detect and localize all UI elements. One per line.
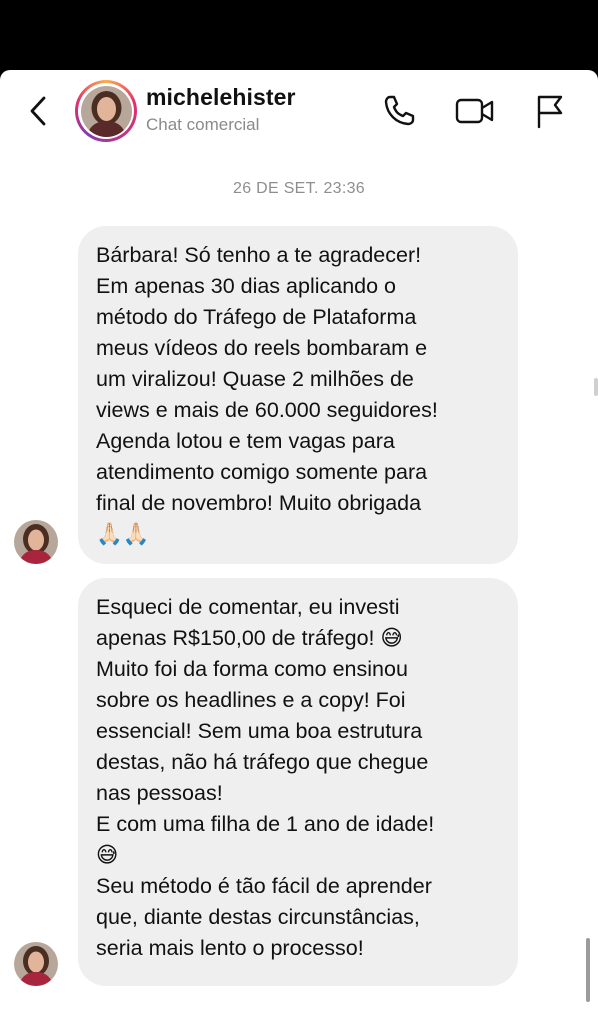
profile-avatar[interactable] bbox=[75, 80, 137, 142]
video-call-button[interactable] bbox=[453, 92, 497, 130]
back-button[interactable] bbox=[22, 94, 54, 128]
voice-call-button[interactable] bbox=[380, 92, 418, 130]
chat-screen: michelehister Chat comercial 26 DE SET. … bbox=[0, 70, 598, 1024]
status-bar-area bbox=[0, 0, 598, 70]
message-bubble[interactable]: Bárbara! Só tenho a te agradecer! Em ape… bbox=[78, 226, 518, 564]
edge-indicator bbox=[594, 378, 598, 396]
chat-type-label: Chat comercial bbox=[146, 115, 260, 134]
scrollbar[interactable] bbox=[586, 938, 590, 1002]
flag-icon bbox=[537, 95, 563, 129]
contact-info[interactable]: michelehister Chat comercial bbox=[146, 84, 296, 135]
phone-icon bbox=[384, 95, 415, 126]
report-button[interactable] bbox=[530, 92, 568, 130]
avatar-photo bbox=[80, 85, 132, 137]
message-bubble[interactable]: Esqueci de comentar, eu investi apenas R… bbox=[78, 578, 518, 986]
message-timestamp: 26 DE SET. 23:36 bbox=[233, 180, 365, 197]
back-chevron-icon bbox=[30, 96, 46, 126]
sender-avatar[interactable] bbox=[14, 520, 58, 564]
chat-header: michelehister Chat comercial bbox=[0, 70, 598, 152]
contact-username: michelehister bbox=[146, 84, 296, 110]
video-call-icon bbox=[455, 98, 494, 124]
sender-avatar[interactable] bbox=[14, 942, 58, 986]
